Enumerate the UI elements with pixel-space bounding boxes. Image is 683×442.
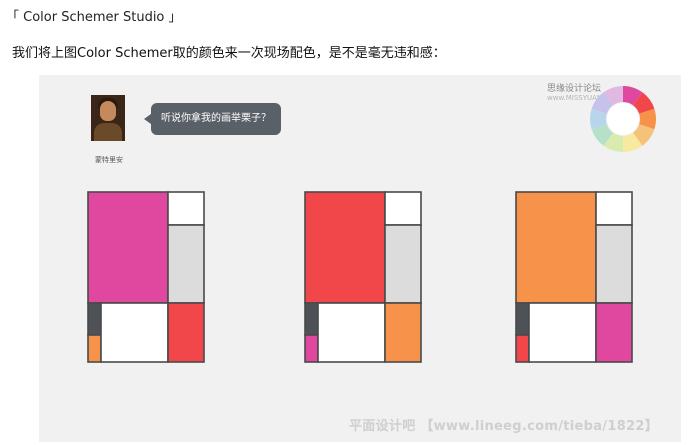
mondrian-composition-1 [87, 191, 205, 363]
bottom-white-block [317, 302, 386, 363]
bottom-white-block [100, 302, 169, 363]
top-right-block [384, 191, 422, 226]
page-heading: 「 Color Schemer Studio 」 [6, 10, 182, 25]
main-block [304, 191, 386, 304]
footer-watermark: 平面设计吧 【www.lineeg.com/tieba/1822】 [349, 419, 659, 434]
small-left-block [87, 334, 102, 363]
bottom-right-block [595, 302, 633, 363]
avatar-name: 蒙特里安 [95, 156, 123, 164]
bottom-right-block [167, 302, 205, 363]
bottom-white-block [528, 302, 597, 363]
speech-bubble: 听说你拿我的画举栗子？ [144, 103, 281, 135]
dark-block [515, 302, 530, 336]
top-right-block [167, 191, 205, 226]
dark-block [304, 302, 319, 336]
illustration-image: 蒙特里安 听说你拿我的画举栗子？ 思缘设计论坛 www.MISSYUAN.COM… [39, 75, 681, 442]
mondrian-composition-2 [304, 191, 422, 363]
main-block [515, 191, 597, 304]
avatar [91, 95, 125, 141]
main-block [87, 191, 169, 304]
top-right-block [595, 191, 633, 226]
small-left-block [515, 334, 530, 363]
mondrian-composition-3 [515, 191, 633, 363]
bottom-right-block [384, 302, 422, 363]
right-gray-block [167, 224, 205, 304]
dark-block [87, 302, 102, 336]
intro-paragraph: 我们将上图Color Schemer取的颜色来一次现场配色，是不是毫无违和感： [12, 46, 446, 61]
right-gray-block [384, 224, 422, 304]
color-wheel-icon [589, 85, 657, 153]
right-gray-block [595, 224, 633, 304]
small-left-block [304, 334, 319, 363]
color-wheel-center [607, 103, 639, 135]
